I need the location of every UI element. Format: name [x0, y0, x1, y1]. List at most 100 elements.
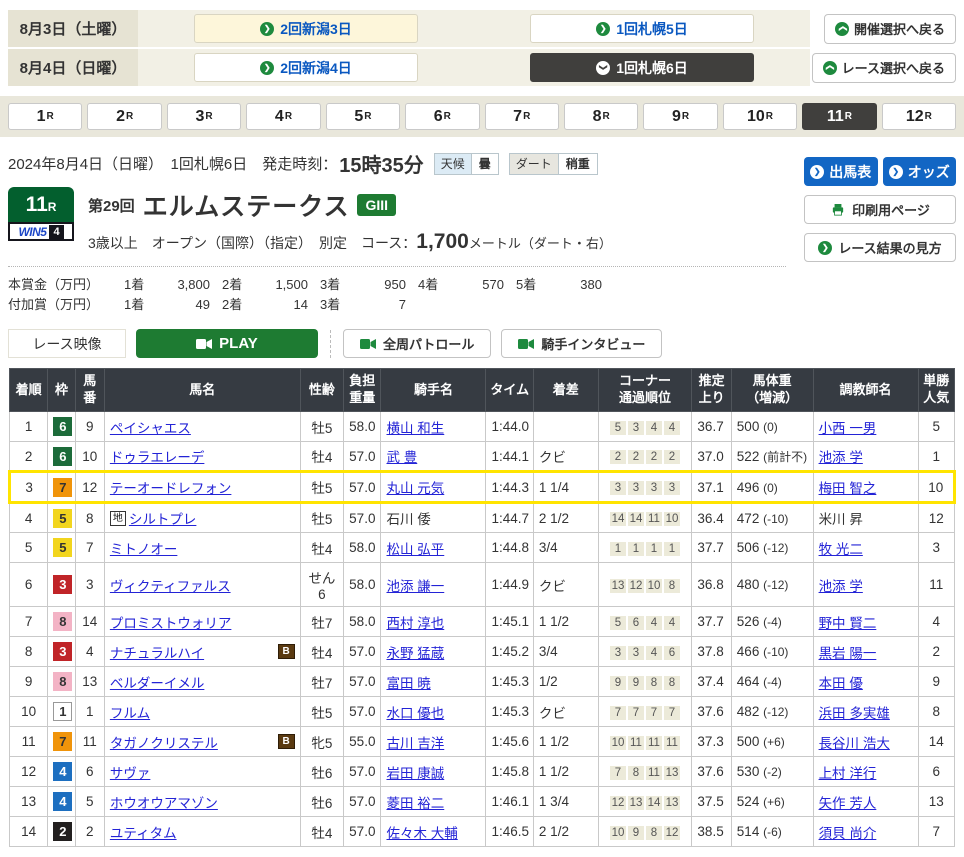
arrow-right-icon: ❯	[260, 22, 274, 36]
race-tab-12r[interactable]: 12R	[882, 103, 956, 130]
corner-order: 9988	[598, 667, 692, 697]
race-tab-8r[interactable]: 8R	[564, 103, 638, 130]
win5-badge: WIN5 4	[8, 222, 74, 241]
odds-button[interactable]: ❯ オッズ	[883, 157, 957, 186]
race-conditions: 3歳以上 オープン（国際）（指定） 別定 コース： 1,700 メートル（ダート…	[88, 230, 612, 254]
horse-name-link[interactable]: プロミストウォリア	[110, 612, 232, 632]
play-button[interactable]: PLAY	[136, 329, 318, 358]
trainer-name[interactable]: 矢作 芳人	[819, 796, 877, 811]
jockey-name[interactable]: 松山 弘平	[386, 542, 444, 557]
race-tab-7r[interactable]: 7R	[485, 103, 559, 130]
trainer-name[interactable]: 梅田 智之	[819, 481, 877, 496]
trainer-name[interactable]: 須貝 尚介	[819, 826, 877, 841]
trainer-name[interactable]: 野中 賢二	[819, 616, 877, 631]
body-weight: 514 (-6)	[731, 817, 813, 847]
trainer-name[interactable]: 本田 優	[819, 676, 863, 691]
horse-name-link[interactable]: サヴァ	[110, 762, 151, 782]
arrow-right-icon: ❯	[260, 61, 274, 75]
back-to-race-select-button[interactable]: ❯ レース選択へ戻る	[812, 53, 956, 83]
result-guide-button[interactable]: ❯ レース結果の見方	[804, 233, 956, 262]
horse-name-link[interactable]: タガノクリステル	[110, 732, 218, 752]
race-tab-2r[interactable]: 2R	[87, 103, 161, 130]
race-tab-6r[interactable]: 6R	[405, 103, 479, 130]
corner-order: 10111111	[598, 727, 692, 757]
back-to-kaisai-select-button[interactable]: ❯ 開催選択へ戻る	[824, 14, 956, 44]
venue-button-niigata-4[interactable]: ❯ 2回新潟4日	[194, 53, 418, 82]
trainer-name[interactable]: 小西 一男	[819, 421, 877, 436]
course-label: コース：	[361, 233, 416, 253]
carried-weight: 57.0	[344, 697, 381, 727]
horse-name-link[interactable]: ベルダーイメル	[110, 672, 205, 692]
race-tab-3r[interactable]: 3R	[167, 103, 241, 130]
venue-button-label: 1回札幌5日	[616, 19, 688, 39]
jockey-name[interactable]: 池添 謙一	[386, 579, 444, 594]
horse-cell: ドゥラエレーデ	[110, 446, 295, 466]
body-weight: 480 (-12)	[731, 563, 813, 607]
horse-name-link[interactable]: ホウオウアマゾン	[110, 792, 218, 812]
result-row: 11711タガノクリステルB牝555.0古川 吉洋1:45.61 1/21011…	[10, 727, 955, 757]
jockey-name[interactable]: 西村 淳也	[386, 616, 444, 631]
jockey-name[interactable]: 横山 和生	[386, 421, 444, 436]
horse-name-link[interactable]: ドゥラエレーデ	[110, 446, 205, 466]
trainer-name[interactable]: 浜田 多実雄	[819, 706, 890, 721]
horse-name-link[interactable]: シルトプレ	[129, 508, 197, 528]
prize-amount: 1,500	[258, 275, 308, 295]
jockey-interview-button[interactable]: 騎手インタビュー	[501, 329, 662, 358]
result-row: 557ミトノオー牡458.0松山 弘平1:44.83/4111137.7506 …	[10, 533, 955, 563]
trainer-name[interactable]: 黒岩 陽一	[819, 646, 877, 661]
horse-name-link[interactable]: ペイシャエス	[110, 417, 191, 437]
horse-name-link[interactable]: ユティタム	[110, 822, 177, 842]
horse-name-cell: プロミストウォリア	[104, 607, 300, 637]
horse-number: 10	[75, 442, 104, 472]
trainer-name[interactable]: 上村 洋行	[819, 766, 877, 781]
win-popularity: 12	[918, 503, 954, 533]
horse-name-link[interactable]: ヴィクティファルス	[110, 575, 231, 595]
carried-weight: 58.0	[344, 412, 381, 442]
body-weight-diff: (-12)	[763, 578, 788, 592]
trainer-name[interactable]: 池添 学	[819, 579, 863, 594]
race-conditions-text: 3歳以上 オープン（国際）（指定） 別定	[88, 233, 347, 253]
jockey-cell: 横山 和生	[381, 412, 486, 442]
trainer-name[interactable]: 長谷川 浩大	[819, 736, 890, 751]
jockey-name[interactable]: 古川 吉洋	[386, 736, 444, 751]
race-tab-11r[interactable]: 11R	[802, 103, 876, 130]
print-page-button[interactable]: 印刷用ページ	[804, 195, 956, 224]
patrol-video-button[interactable]: 全周パトロール	[343, 329, 491, 358]
horse-name-link[interactable]: ミトノオー	[110, 538, 178, 558]
frame-number: 8	[53, 672, 72, 691]
venue-button-sapporo-5[interactable]: ❯ 1回札幌5日	[530, 14, 754, 43]
action-buttons: ❯ 出馬表 ❯ オッズ 印刷用ページ ❯ レース結果の見方	[804, 157, 956, 262]
horse-name-link[interactable]: ナチュラルハイ	[110, 642, 204, 662]
result-row: 633ヴィクティファルスせん658.0池添 謙一1:44.9クビ13121083…	[10, 563, 955, 607]
trainer-name[interactable]: 池添 学	[819, 450, 863, 465]
corner-position: 9	[610, 676, 626, 690]
sex-age: 牡5	[300, 503, 343, 533]
time: 1:45.3	[486, 667, 533, 697]
jockey-name[interactable]: 武 豊	[386, 450, 417, 465]
win5-logo: WIN5	[18, 225, 46, 239]
body-weight-diff: (前計不)	[763, 450, 807, 464]
corner-order: 3333	[598, 472, 692, 503]
jockey-name[interactable]: 丸山 元気	[386, 481, 444, 496]
last-3f: 37.7	[692, 607, 731, 637]
horse-name-link[interactable]: フルム	[110, 702, 150, 722]
trainer-name[interactable]: 牧 光二	[819, 542, 863, 557]
venue-button-sapporo-6-selected[interactable]: ❯ 1回札幌6日	[530, 53, 754, 82]
jockey-name[interactable]: 佐々木 大輔	[386, 826, 457, 841]
venue-button-niigata-3[interactable]: ❯ 2回新潟3日	[194, 14, 418, 43]
race-tab-9r[interactable]: 9R	[643, 103, 717, 130]
race-tab-1r[interactable]: 1R	[8, 103, 82, 130]
jockey-name[interactable]: 菱田 裕二	[386, 796, 444, 811]
sex-age: 牡4	[300, 817, 343, 847]
jockey-name[interactable]: 富田 暁	[386, 676, 430, 691]
jockey-name[interactable]: 永野 猛蔵	[386, 646, 444, 661]
corner-position: 2	[664, 450, 680, 464]
race-tab-4r[interactable]: 4R	[246, 103, 320, 130]
jockey-name[interactable]: 岩田 康誠	[386, 766, 444, 781]
time: 1:44.7	[486, 503, 533, 533]
jockey-name[interactable]: 水口 優也	[386, 706, 444, 721]
shutsuba-button[interactable]: ❯ 出馬表	[804, 157, 878, 186]
race-tab-10r[interactable]: 10R	[723, 103, 797, 130]
horse-name-link[interactable]: テーオードレフォン	[110, 477, 232, 497]
race-tab-5r[interactable]: 5R	[326, 103, 400, 130]
